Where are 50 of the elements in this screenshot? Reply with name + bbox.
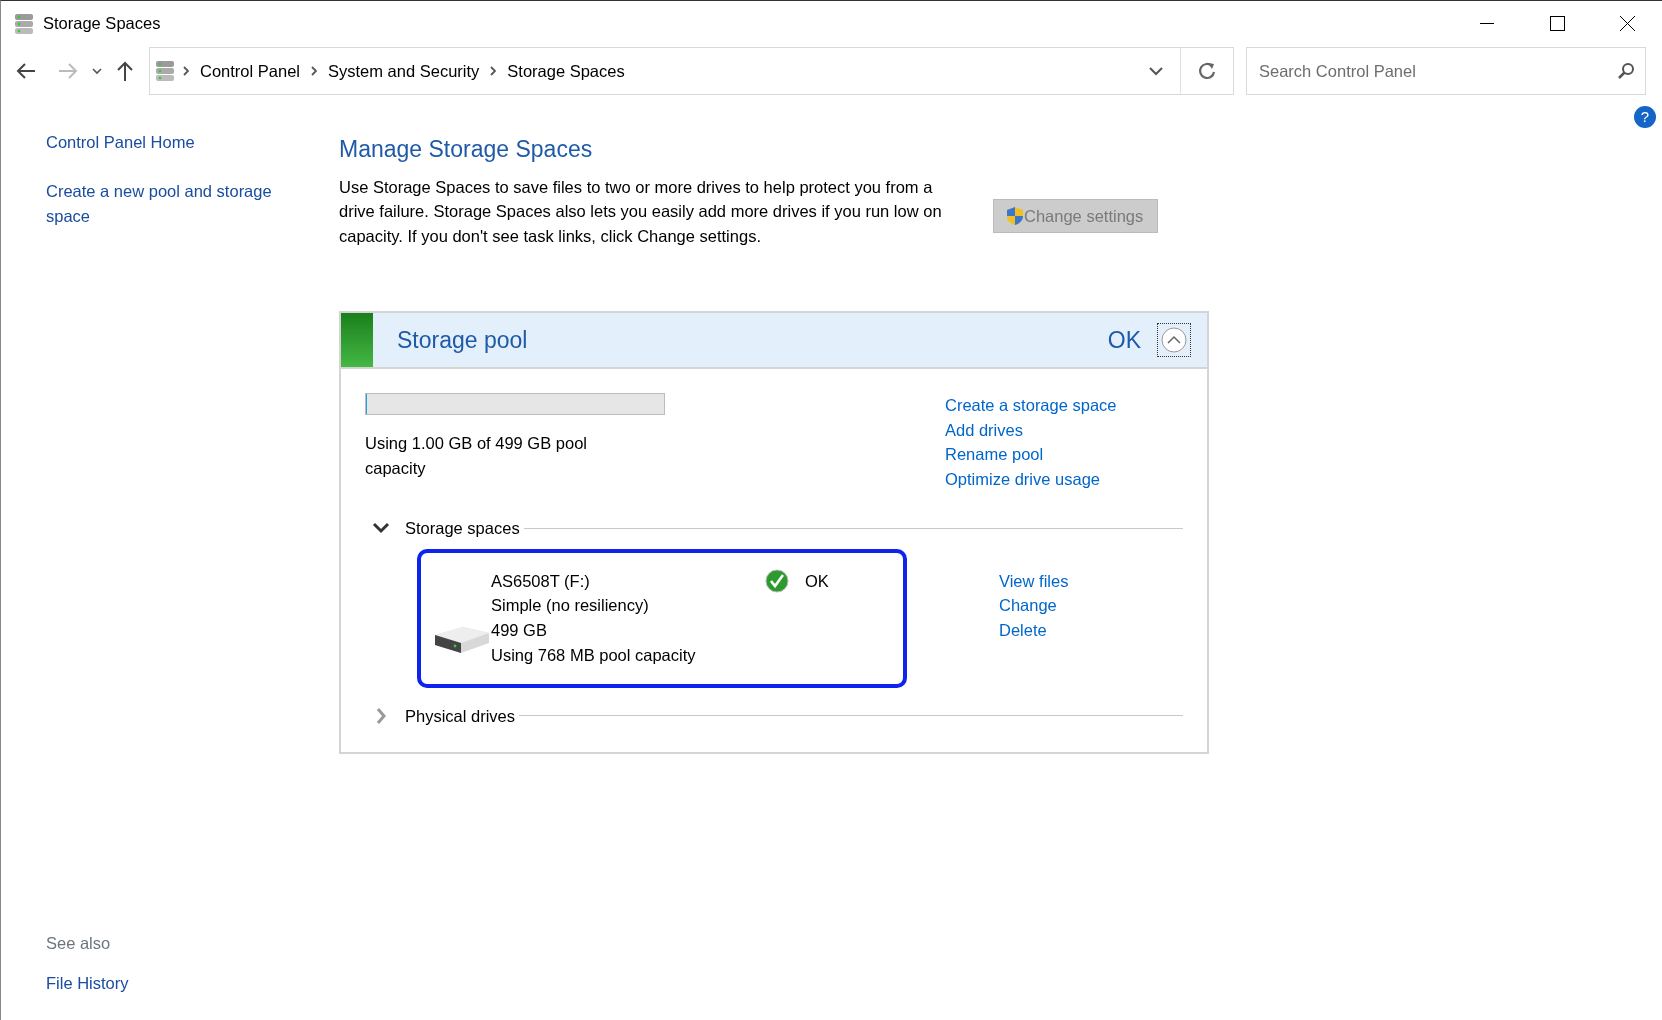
check-icon [765,568,789,593]
maximize-icon [1549,16,1565,31]
breadcrumb-link[interactable]: System and Security [328,58,480,84]
storage-space-usage: Using 768 MB pool capacity [491,644,697,666]
pool-task-link[interactable]: Add drives [945,417,1117,443]
chevron-down-icon [1148,65,1164,77]
refresh-icon [1197,61,1217,81]
breadcrumb-link[interactable]: Storage Spaces [507,58,625,84]
pool-task-link[interactable]: Rename pool [945,442,1117,467]
back-arrow-icon [15,61,37,81]
page-heading: Manage Storage Spaces [339,135,594,164]
chevron-right-icon [490,66,497,76]
shield-icon [1006,205,1024,226]
pool-title: Storage pool [397,325,529,355]
chevron-up-icon [1160,325,1188,354]
storage-space-link[interactable]: Change [999,593,1069,618]
chevron-right-icon [311,66,317,76]
status-bar-indicator [341,312,373,367]
search-box[interactable]: Search Control Panel [1246,47,1646,95]
see-also-label: See also [46,932,112,954]
pool-task-link[interactable]: Optimize drive usage [945,467,1117,492]
pool-usage-text: Using 1.00 GB of 499 GB pool capacity [365,432,588,479]
collapse-toggle-button[interactable] [1157,322,1191,357]
up-arrow-icon [115,60,135,82]
forward-arrow-icon [57,61,79,81]
sidebar-link[interactable]: Control Panel Home [46,130,291,155]
storage-space-link[interactable]: Delete [999,618,1069,643]
help-button[interactable]: ? [1634,106,1656,128]
storage-space-link[interactable]: View files [999,568,1069,594]
storage-stack-icon [13,11,35,36]
chevron-down-icon [91,66,103,76]
sidebar-link[interactable]: File History [46,971,291,996]
minimize-icon [1480,23,1494,24]
pool-task-link[interactable]: Create a storage space [945,392,1117,418]
storage-space-resiliency: Simple (no resiliency) [491,595,650,617]
close-icon [1619,16,1635,31]
storage-space-name: AS6508T (F:) [491,570,591,592]
window-title: Storage Spaces [43,13,161,35]
description-text: Use Storage Spaces to save files to two or more drives to help protect you from a drive failure. Storage Spaces also lets you easily add more drives if you run low on capacity. If you don't see task links, click Change settings. [339,176,943,247]
section-title: Storage spaces [405,517,520,539]
storage-space-item[interactable]: AS6508T (F:) Simple (no resiliency) 499 GB Using 768 MB pool capacity OK [417,548,907,688]
storage-space-size: 499 GB [491,620,548,641]
search-icon [1617,62,1635,80]
sidebar-link[interactable]: Create a new pool and storage space [46,178,291,229]
space-status: OK [805,570,829,592]
chevron-right-icon [183,66,189,76]
storage-stack-icon [154,59,176,83]
section-title: Physical drives [405,705,516,727]
pool-status: OK [1107,325,1141,355]
breadcrumb-link[interactable]: Control Panel [200,58,300,84]
